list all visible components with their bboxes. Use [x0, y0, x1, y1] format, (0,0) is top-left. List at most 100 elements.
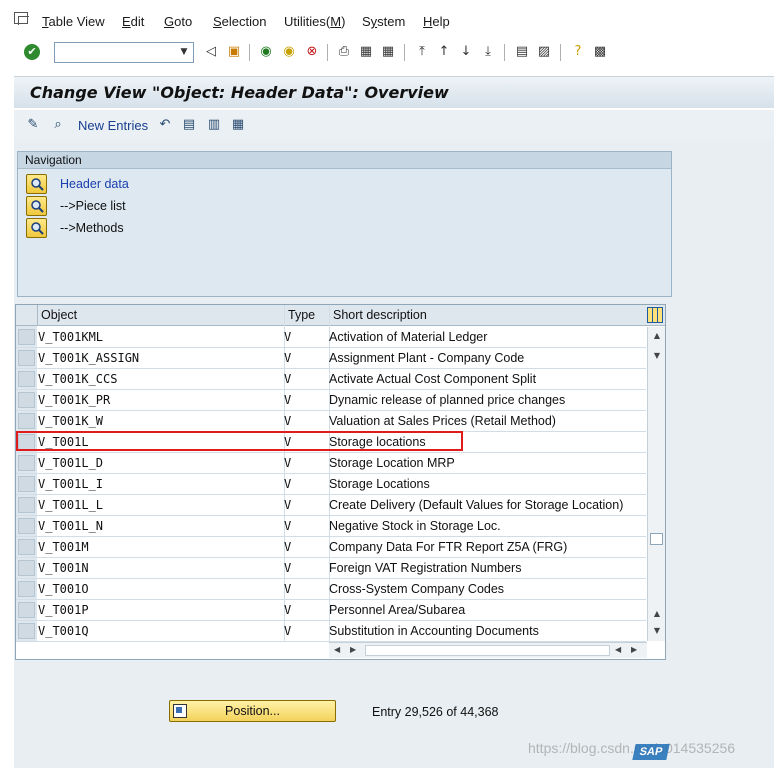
menu-system[interactable]: System [362, 14, 405, 29]
table-settings-icon[interactable] [647, 307, 663, 323]
nav-item-label[interactable]: -->Piece list [60, 199, 126, 213]
scroll-right-icon[interactable]: ▶ [631, 645, 637, 654]
cell-object[interactable]: V_T001K_W [38, 411, 103, 432]
scrollbar-thumb[interactable] [650, 533, 663, 545]
row-selector[interactable] [18, 350, 35, 366]
last-page-icon[interactable]: ⤓ [479, 43, 497, 61]
cell-type[interactable]: V [284, 600, 291, 621]
cell-object[interactable]: V_T001L_D [38, 453, 103, 474]
table-row[interactable]: V_T001K_CCS V Activate Actual Cost Compone… [16, 369, 646, 390]
cell-object[interactable]: V_T001KML [38, 327, 103, 348]
column-header-object[interactable]: Object [37, 305, 284, 326]
system-menu-icon[interactable] [14, 12, 29, 25]
position-button[interactable]: Position... [169, 700, 336, 722]
cell-description[interactable]: Assignment Plant - Company Code [329, 348, 524, 369]
menu-selection[interactable]: Selection [213, 14, 266, 29]
row-selector[interactable] [18, 581, 35, 597]
menu-goto[interactable]: Goto [164, 14, 192, 29]
column-header-description[interactable]: Short description [329, 305, 647, 326]
cell-type[interactable]: V [284, 327, 291, 348]
cell-description[interactable]: Storage Location MRP [329, 453, 455, 474]
new-session-icon[interactable]: ▤ [513, 43, 531, 61]
cell-description[interactable]: Create Delivery (Default Values for Stor… [329, 495, 623, 516]
cell-object[interactable]: V_T001P [38, 600, 89, 621]
cell-description[interactable]: Negative Stock in Storage Loc. [329, 516, 501, 537]
cell-object[interactable]: V_T001O [38, 579, 89, 600]
cell-object[interactable]: V_T001N [38, 558, 89, 579]
row-selector[interactable] [18, 602, 35, 618]
scroll-up-icon[interactable]: ▲ [652, 331, 662, 341]
table-row[interactable]: V_T001K_PR V Dynamic release of planned pr… [16, 390, 646, 411]
table-row[interactable]: V_T001O V Cross-System Company Codes [16, 579, 646, 600]
save-icon[interactable]: ▣ [225, 43, 243, 61]
magnifier-icon[interactable] [26, 218, 47, 238]
row-selector[interactable] [18, 329, 35, 345]
layout-menu-icon[interactable]: ▩ [591, 43, 609, 61]
cell-object[interactable]: V_T001L_N [38, 516, 103, 537]
cell-description[interactable]: Company Data For FTR Report Z5A (FRG) [329, 537, 567, 558]
command-field[interactable]: ▼ [54, 42, 194, 63]
table-row[interactable]: V_T001L_N V Negative Stock in Storage Loc. [16, 516, 646, 537]
previous-page-icon[interactable]: ↑ [435, 43, 453, 61]
cell-description[interactable]: Substitution in Accounting Documents [329, 621, 539, 642]
table-row[interactable]: V_T001K_W V Valuation at Sales Prices (Ret… [16, 411, 646, 432]
row-selector[interactable] [18, 371, 35, 387]
next-page-icon[interactable]: ↓ [457, 43, 475, 61]
cell-description[interactable]: Personnel Area/Subarea [329, 600, 465, 621]
table-row[interactable]: V_T001N V Foreign VAT Registration Numbers [16, 558, 646, 579]
magnifier-icon[interactable] [26, 174, 47, 194]
vertical-scrollbar[interactable]: ▲ ▼ ▲ ▼ [647, 327, 665, 641]
cell-description[interactable]: Activate Actual Cost Component Split [329, 369, 536, 390]
display-change-icon[interactable]: ✎ [24, 116, 42, 134]
cell-description[interactable]: Foreign VAT Registration Numbers [329, 558, 521, 579]
table-row[interactable]: V_T001L_L V Create Delivery (Default Value… [16, 495, 646, 516]
chevron-down-icon[interactable]: ▼ [177, 44, 191, 61]
row-selector[interactable] [18, 497, 35, 513]
row-selector[interactable] [18, 623, 35, 639]
magnifier-icon[interactable] [26, 196, 47, 216]
cell-type[interactable]: V [284, 558, 291, 579]
menu-edit[interactable]: Edit [122, 14, 144, 29]
find-next-icon[interactable]: ▦ [379, 43, 397, 61]
scroll-right-icon[interactable]: ▶ [350, 645, 356, 654]
undo-icon[interactable]: ↶ [156, 116, 174, 134]
cell-description[interactable]: Storage Locations [329, 474, 430, 495]
cell-description[interactable]: Activation of Material Ledger [329, 327, 487, 348]
table-row[interactable]: V_T001KML V Activation of Material Ledger [16, 327, 646, 348]
exit-icon[interactable]: ◉ [280, 43, 298, 61]
row-selector[interactable] [18, 392, 35, 408]
row-selector[interactable] [18, 476, 35, 492]
table-row[interactable]: V_T001L_I V Storage Locations [16, 474, 646, 495]
first-page-icon[interactable]: ⤒ [413, 43, 431, 61]
cell-type[interactable]: V [284, 621, 291, 642]
cell-type[interactable]: V [284, 579, 291, 600]
row-selector[interactable] [18, 518, 35, 534]
cell-object[interactable]: V_T001L_I [38, 474, 103, 495]
display-icon[interactable]: ⌕ [49, 116, 67, 134]
cell-object[interactable]: V_T001K_PR [38, 390, 110, 411]
row-selector[interactable] [18, 413, 35, 429]
print-icon[interactable]: ⎙ [335, 43, 353, 61]
cell-type[interactable]: V [284, 390, 291, 411]
table-row[interactable]: V_T001K_ASSIGN V Assignment Plant - Compan… [16, 348, 646, 369]
cell-type[interactable]: V [284, 369, 291, 390]
nav-item-label[interactable]: Header data [60, 177, 129, 191]
column-header-type[interactable]: Type [284, 305, 329, 326]
scroll-down-icon[interactable]: ▼ [652, 351, 662, 361]
scroll-down-icon[interactable]: ▼ [652, 626, 662, 636]
cell-type[interactable]: V [284, 495, 291, 516]
table-row[interactable]: V_T001M V Company Data For FTR Report Z5A … [16, 537, 646, 558]
cell-type[interactable]: V [284, 516, 291, 537]
find-icon[interactable]: ▦ [357, 43, 375, 61]
scrollbar-track[interactable] [365, 645, 610, 656]
row-selector[interactable] [18, 539, 35, 555]
table-row[interactable]: V_T001Q V Substitution in Accounting Docum… [16, 621, 646, 642]
cell-type[interactable]: V [284, 537, 291, 558]
help-icon[interactable]: ? [569, 43, 587, 61]
row-selector[interactable] [18, 455, 35, 471]
scroll-left-icon[interactable]: ◀ [334, 645, 340, 654]
delete-icon[interactable]: ▥ [205, 116, 223, 134]
cell-object[interactable]: V_T001L_L [38, 495, 103, 516]
shortcut-icon[interactable]: ▨ [535, 43, 553, 61]
cell-description[interactable]: Valuation at Sales Prices (Retail Method… [329, 411, 556, 432]
